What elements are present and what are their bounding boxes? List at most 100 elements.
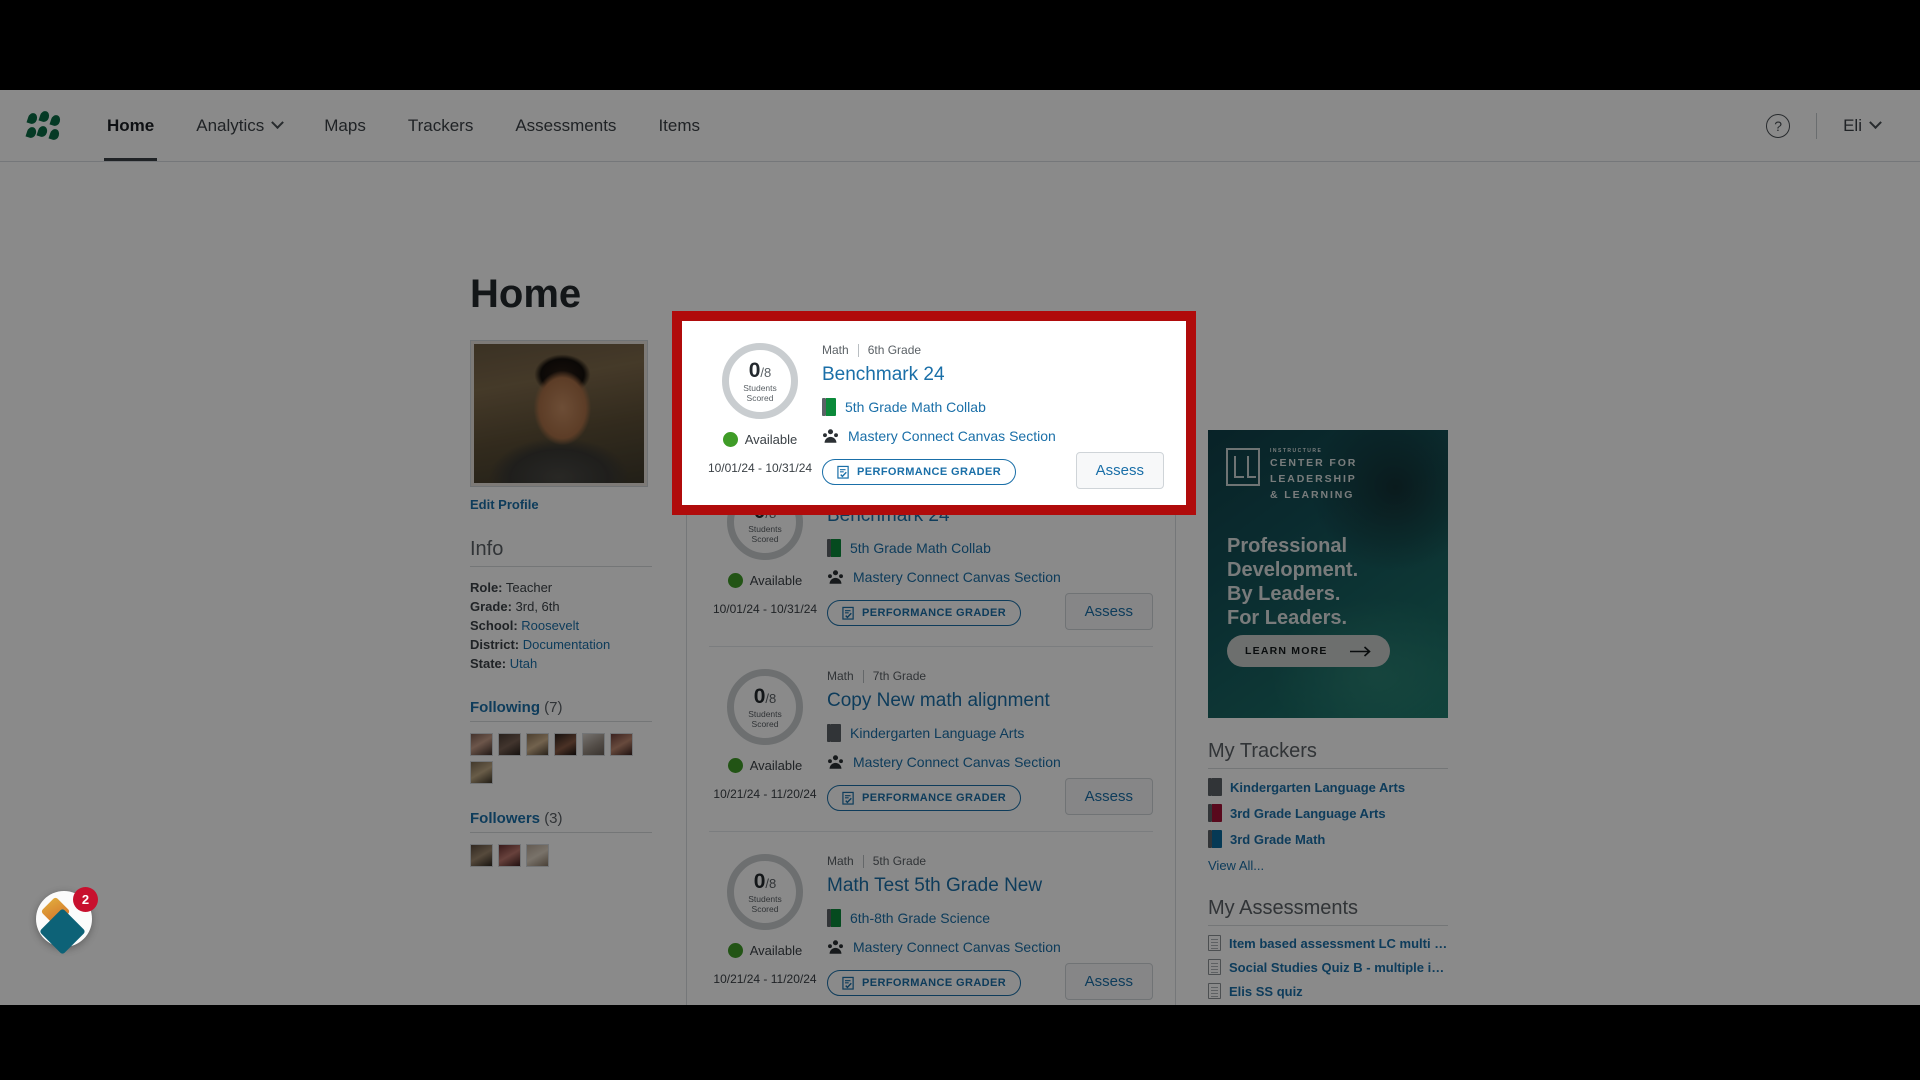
benchmark-list: 0/8 Students Scored Available	[686, 462, 1176, 1005]
section-link[interactable]: Mastery Connect Canvas Section	[853, 569, 1061, 585]
info-row-school: School: Roosevelt	[470, 616, 652, 635]
benchmark-title[interactable]: Benchmark 24	[822, 364, 1164, 386]
avatar[interactable]	[470, 733, 493, 756]
assess-button[interactable]: Assess	[1064, 778, 1153, 815]
section-link[interactable]: Mastery Connect Canvas Section	[853, 754, 1061, 770]
tracker-list-item[interactable]: 3rd Grade Language Arts	[1208, 804, 1448, 822]
arrow-right-icon	[1349, 645, 1371, 657]
assess-button[interactable]: Assess	[1064, 963, 1153, 1000]
tracker-list-item[interactable]: 3rd Grade Math	[1208, 830, 1448, 848]
highlighted-benchmark-card[interactable]: 0/8 Students Scored Available 10/01/24 -…	[672, 311, 1196, 515]
tracker-link[interactable]: 5th Grade Math Collab	[850, 540, 991, 556]
clipboard-check-icon	[837, 465, 849, 479]
benchmark-row[interactable]: 0/8 Students Scored Available	[709, 832, 1153, 1005]
brand-line2: LEADERSHIP	[1270, 473, 1357, 485]
assess-button[interactable]: Assess	[1064, 593, 1153, 630]
assessment-link[interactable]: Social Studies Quiz B - multiple ite...	[1229, 960, 1448, 975]
badge-label: PERFORMANCE GRADER	[862, 977, 1007, 989]
benchmark-title[interactable]: Math Test 5th Grade New	[827, 875, 1153, 897]
status-row: Available	[722, 432, 797, 447]
clipboard-check-icon	[842, 791, 854, 805]
badge-label: PERFORMANCE GRADER	[857, 466, 1002, 478]
score-total: /8	[765, 690, 777, 706]
section-row: Mastery Connect Canvas Section	[827, 939, 1153, 955]
avatar[interactable]	[498, 733, 521, 756]
followers-heading[interactable]: Followers (3)	[470, 810, 652, 833]
divider	[862, 854, 864, 868]
benchmark-info: Math 6th Grade Benchmark 24 5th Grade Ma…	[816, 343, 1164, 489]
nav-item-items[interactable]: Items	[637, 90, 721, 161]
info-value-link[interactable]: Utah	[510, 656, 537, 671]
assessment-link[interactable]: Item based assessment LC multi c...	[1229, 936, 1448, 951]
score-caption-line2: Scored	[751, 533, 779, 544]
canvas-section-icon	[828, 755, 843, 769]
avatar[interactable]	[498, 844, 521, 867]
nav-item-trackers[interactable]: Trackers	[387, 90, 495, 161]
learn-more-button[interactable]: LEARN MORE	[1227, 635, 1390, 667]
info-row-state: State: Utah	[470, 654, 652, 673]
cll-brand-text: INSTRUCTURE CENTER FOR LEADERSHIP & LEAR…	[1270, 448, 1357, 502]
screen-root: Home Analytics Maps Trackers Assessments…	[0, 0, 1920, 1080]
avatar[interactable]	[582, 733, 605, 756]
performance-grader-badge[interactable]: PERFORMANCE GRADER	[822, 459, 1017, 485]
status-row: Available	[727, 573, 802, 588]
benchmark-row-highlighted[interactable]: 0/8 Students Scored Available 10/01/24 -…	[704, 321, 1164, 505]
performance-grader-badge[interactable]: PERFORMANCE GRADER	[827, 785, 1022, 811]
tracker-row: 6th-8th Grade Science	[827, 909, 1153, 927]
chevron-down-icon	[1869, 116, 1882, 130]
tracker-link[interactable]: 3rd Grade Language Arts	[1230, 806, 1386, 821]
page-title: Home	[470, 272, 582, 316]
following-avatars	[470, 733, 648, 784]
performance-grader-badge[interactable]: PERFORMANCE GRADER	[827, 970, 1022, 996]
avatar[interactable]	[470, 761, 493, 784]
following-heading[interactable]: Following (7)	[470, 699, 652, 722]
tracker-link[interactable]: 5th Grade Math Collab	[845, 399, 986, 415]
avatar[interactable]	[526, 733, 549, 756]
tracker-link[interactable]: Kindergarten Language Arts	[1230, 780, 1405, 795]
my-assessments-list: Item based assessment LC multi c... Soci…	[1208, 935, 1448, 999]
user-menu[interactable]: Eli	[1843, 116, 1882, 136]
benchmark-row[interactable]: 0/8 Students Scored Available	[709, 647, 1153, 832]
assessment-link[interactable]: Elis SS quiz	[1229, 984, 1303, 999]
grade-label: 5th Grade	[872, 854, 927, 868]
info-value: 3rd, 6th	[515, 599, 560, 614]
assessment-list-item[interactable]: Social Studies Quiz B - multiple ite...	[1208, 959, 1448, 975]
info-label: School:	[470, 618, 518, 633]
assessment-list-item[interactable]: Item based assessment LC multi c...	[1208, 935, 1448, 951]
nav-item-home[interactable]: Home	[86, 90, 175, 161]
section-row: Mastery Connect Canvas Section	[822, 428, 1164, 444]
performance-grader-badge[interactable]: PERFORMANCE GRADER	[827, 600, 1022, 626]
section-link[interactable]: Mastery Connect Canvas Section	[848, 428, 1056, 444]
nav-item-maps[interactable]: Maps	[303, 90, 387, 161]
avatar[interactable]	[526, 844, 549, 867]
help-icon[interactable]: ?	[1766, 113, 1791, 138]
edit-profile-link[interactable]: Edit Profile	[470, 497, 652, 512]
info-value-link[interactable]: Documentation	[523, 637, 610, 652]
avatar[interactable]	[470, 844, 493, 867]
nav-item-analytics[interactable]: Analytics	[175, 90, 303, 161]
assess-button[interactable]: Assess	[1075, 452, 1164, 489]
status-label: Available	[749, 943, 803, 958]
pendo-resource-center-icon[interactable]: 2	[36, 887, 98, 955]
trackers-view-all-link[interactable]: View All...	[1208, 858, 1264, 873]
headline-line4: For Leaders.	[1227, 607, 1348, 629]
tracker-link[interactable]: 6th-8th Grade Science	[850, 910, 990, 926]
nav-item-assessments[interactable]: Assessments	[494, 90, 637, 161]
tracker-link[interactable]: 3rd Grade Math	[1230, 832, 1325, 847]
info-value-link[interactable]: Roosevelt	[521, 618, 579, 633]
assessment-list-item[interactable]: Elis SS quiz	[1208, 983, 1448, 999]
subject-label: Math	[827, 854, 854, 868]
section-link[interactable]: Mastery Connect Canvas Section	[853, 939, 1061, 955]
subject-grade-line: Math 7th Grade	[827, 669, 1153, 683]
clipboard-check-icon	[842, 976, 854, 990]
mastery-connect-logo[interactable]	[25, 109, 62, 141]
avatar[interactable]	[610, 733, 633, 756]
page-body: Home Edit Profile Info Role: Teacher Gra…	[0, 162, 1920, 1005]
score-caption: Students Scored	[748, 894, 782, 914]
benchmark-title[interactable]: Copy New math alignment	[827, 690, 1153, 712]
status-dot-icon	[727, 758, 743, 773]
avatar[interactable]	[554, 733, 577, 756]
tracker-link[interactable]: Kindergarten Language Arts	[850, 725, 1024, 741]
tracker-list-item[interactable]: Kindergarten Language Arts	[1208, 778, 1448, 796]
promo-banner[interactable]: INSTRUCTURE CENTER FOR LEADERSHIP & LEAR…	[1208, 430, 1448, 718]
